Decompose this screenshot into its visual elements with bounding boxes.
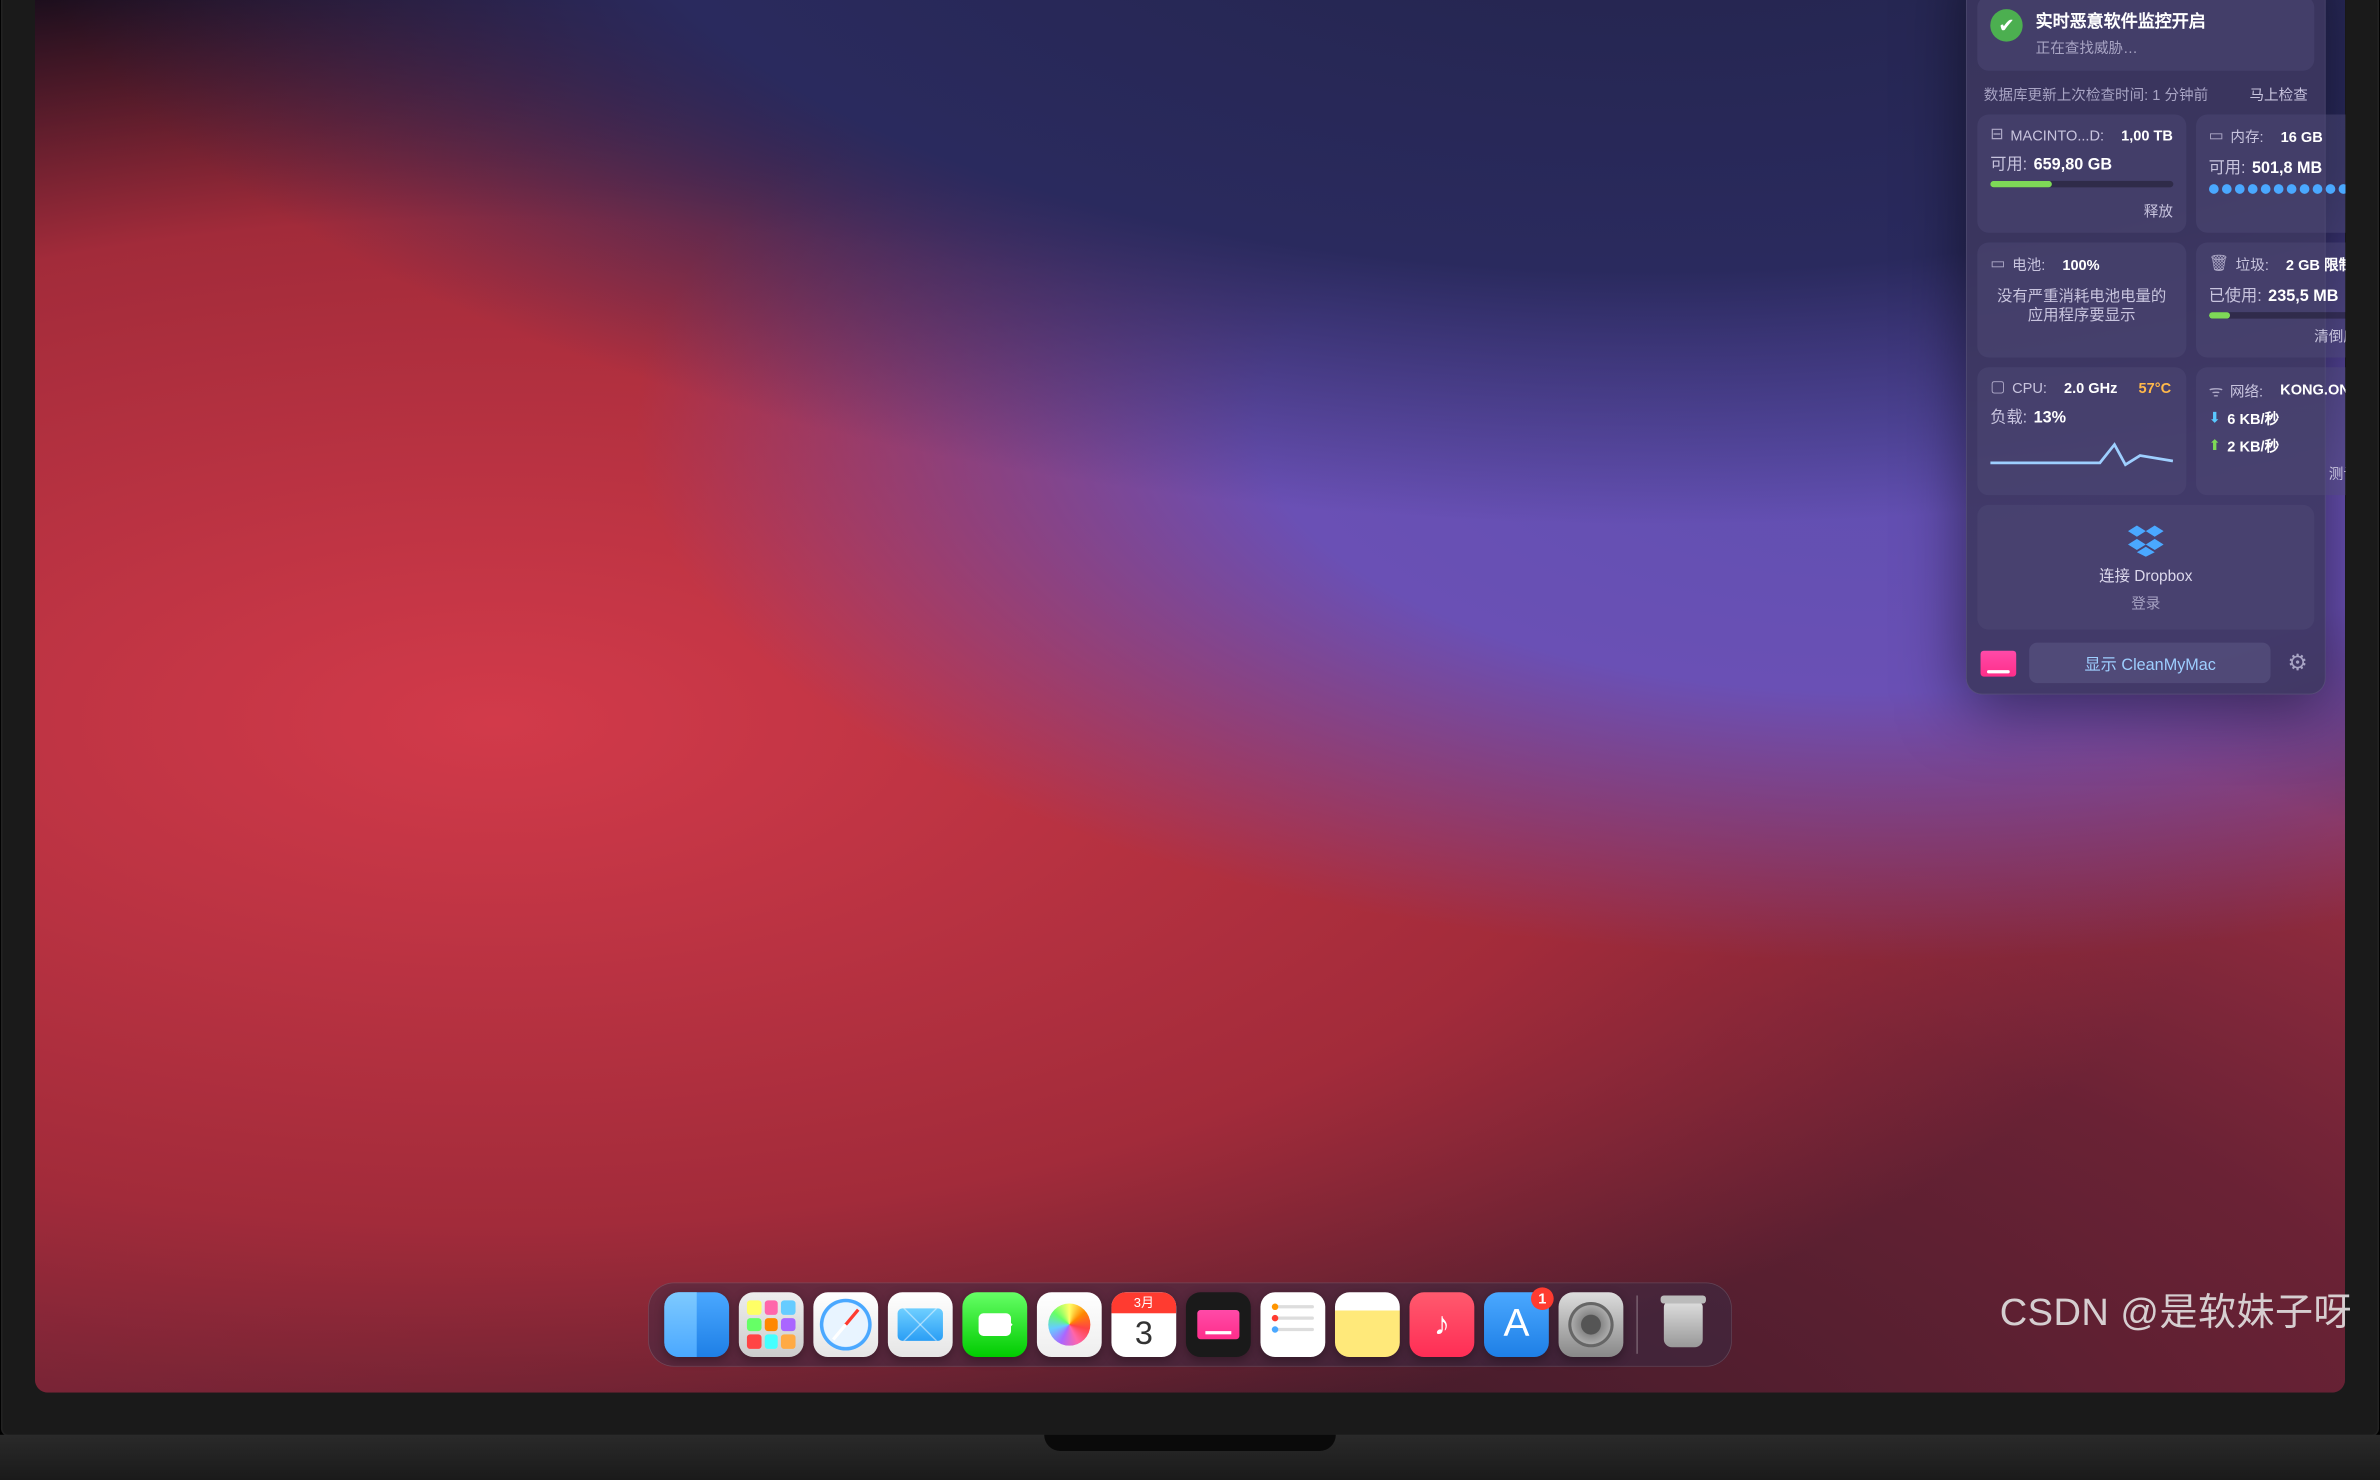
dock-cleanmymac[interactable] bbox=[1186, 1292, 1251, 1357]
dropbox-login-label: 登录 bbox=[2131, 592, 2160, 613]
network-tile[interactable]: ᯤ网络: KONG.ONE_5G ⬇6 KB/秒 ⬆2 KB/秒 测试速度 bbox=[2196, 367, 2345, 495]
malware-subtitle: 正在查找威胁… bbox=[2036, 37, 2206, 58]
dock-music[interactable]: ♪ bbox=[1410, 1292, 1475, 1357]
settings-gear-icon[interactable]: ⚙ bbox=[2284, 646, 2311, 680]
memory-tile[interactable]: ▭内存: 16 GB 可用:501,8 MB 释放 bbox=[2196, 114, 2345, 232]
speed-test-action[interactable]: 测试速度 bbox=[2209, 463, 2345, 484]
cpu-icon: ▢ bbox=[1990, 379, 2005, 397]
dock-facetime[interactable] bbox=[962, 1292, 1027, 1357]
dropbox-connect-label: 连接 Dropbox bbox=[2099, 563, 2192, 586]
dock-calendar[interactable]: 3月3 bbox=[1111, 1292, 1176, 1357]
trash-tile-icon: 🗑 bbox=[2209, 255, 2230, 273]
disk-usage-bar bbox=[1990, 181, 2173, 187]
wifi-tile-icon: ᯤ bbox=[2209, 379, 2224, 402]
disk-free-action[interactable]: 释放 bbox=[1990, 200, 2173, 221]
cpu-tile[interactable]: ▢CPU: 2.0 GHz 57°C 负载:13% bbox=[1977, 367, 2186, 495]
cpu-sparkline bbox=[1990, 434, 2173, 460]
dock-notes[interactable] bbox=[1335, 1292, 1400, 1357]
laptop-base bbox=[0, 1435, 2380, 1480]
dock-separator bbox=[1636, 1295, 1638, 1353]
malware-title: 实时恶意软件监控开启 bbox=[2036, 9, 2206, 33]
upload-arrow-icon: ⬆ bbox=[2209, 437, 2221, 455]
dock-safari[interactable] bbox=[813, 1292, 878, 1357]
cleanmymac-menubar-popover: ☣保护 ✔受保护 ✔ 实时恶意软件监控开启 正在查找威胁… 数据库更新上次检查时… bbox=[1966, 0, 2326, 694]
db-update-text: 数据库更新上次检查时间: 1 分钟前 bbox=[1984, 84, 2208, 105]
cleanmymac-icon[interactable] bbox=[1981, 650, 2017, 676]
dock-reminders[interactable] bbox=[1260, 1292, 1325, 1357]
shield-check-icon: ✔ bbox=[1990, 9, 2022, 41]
cpu-temp: 57°C bbox=[2139, 379, 2172, 395]
memory-dots bbox=[2209, 184, 2345, 194]
battery-tile-icon: ▭ bbox=[1990, 255, 2005, 273]
dock-photos[interactable] bbox=[1037, 1292, 1102, 1357]
dock: 3月3 ♪ A1 bbox=[648, 1283, 1732, 1367]
memory-icon: ▭ bbox=[2209, 127, 2224, 145]
disk-icon: ⊟ bbox=[1990, 126, 2004, 144]
dock-mail[interactable] bbox=[888, 1292, 953, 1357]
empty-trash-action[interactable]: 清倒废纸篓 bbox=[2209, 325, 2345, 346]
dock-appstore[interactable]: A1 bbox=[1484, 1292, 1549, 1357]
watermark: CSDN @是软妹子呀 bbox=[2000, 1281, 2352, 1336]
download-arrow-icon: ⬇ bbox=[2209, 409, 2221, 427]
appstore-badge: 1 bbox=[1531, 1287, 1554, 1310]
battery-tile[interactable]: ▭电池: 100% 没有严重消耗电池电量的应用程序要显示 bbox=[1977, 242, 2186, 357]
battery-msg: 没有严重消耗电池电量的应用程序要显示 bbox=[1990, 281, 2173, 334]
malware-monitor-card[interactable]: ✔ 实时恶意软件监控开启 正在查找威胁… bbox=[1977, 0, 2314, 71]
dock-system-preferences[interactable] bbox=[1559, 1292, 1624, 1357]
memory-free-action[interactable]: 释放 bbox=[2209, 200, 2345, 221]
dock-launchpad[interactable] bbox=[739, 1292, 804, 1357]
db-check-now-link[interactable]: 马上检查 bbox=[2249, 84, 2307, 105]
desktop: CleanMyMac X 文件 编辑 操作 显示 窗口 帮助 A 3月3日 周三… bbox=[35, 0, 2345, 1393]
disk-tile[interactable]: ⊟MACINTO...D: 1,00 TB 可用:659,80 GB 释放 bbox=[1977, 114, 2186, 232]
dropbox-icon bbox=[2128, 521, 2164, 557]
show-cleanmymac-button[interactable]: 显示 CleanMyMac bbox=[2029, 643, 2271, 684]
trash-usage-bar bbox=[2209, 312, 2345, 318]
dock-finder[interactable] bbox=[664, 1292, 729, 1357]
trash-tile[interactable]: 🗑垃圾: 2 GB 限制 已使用:235,5 MB 清倒废纸篓 bbox=[2196, 242, 2345, 357]
dropbox-connect-card[interactable]: 连接 Dropbox 登录 bbox=[1977, 505, 2314, 630]
dock-trash[interactable] bbox=[1651, 1292, 1716, 1357]
